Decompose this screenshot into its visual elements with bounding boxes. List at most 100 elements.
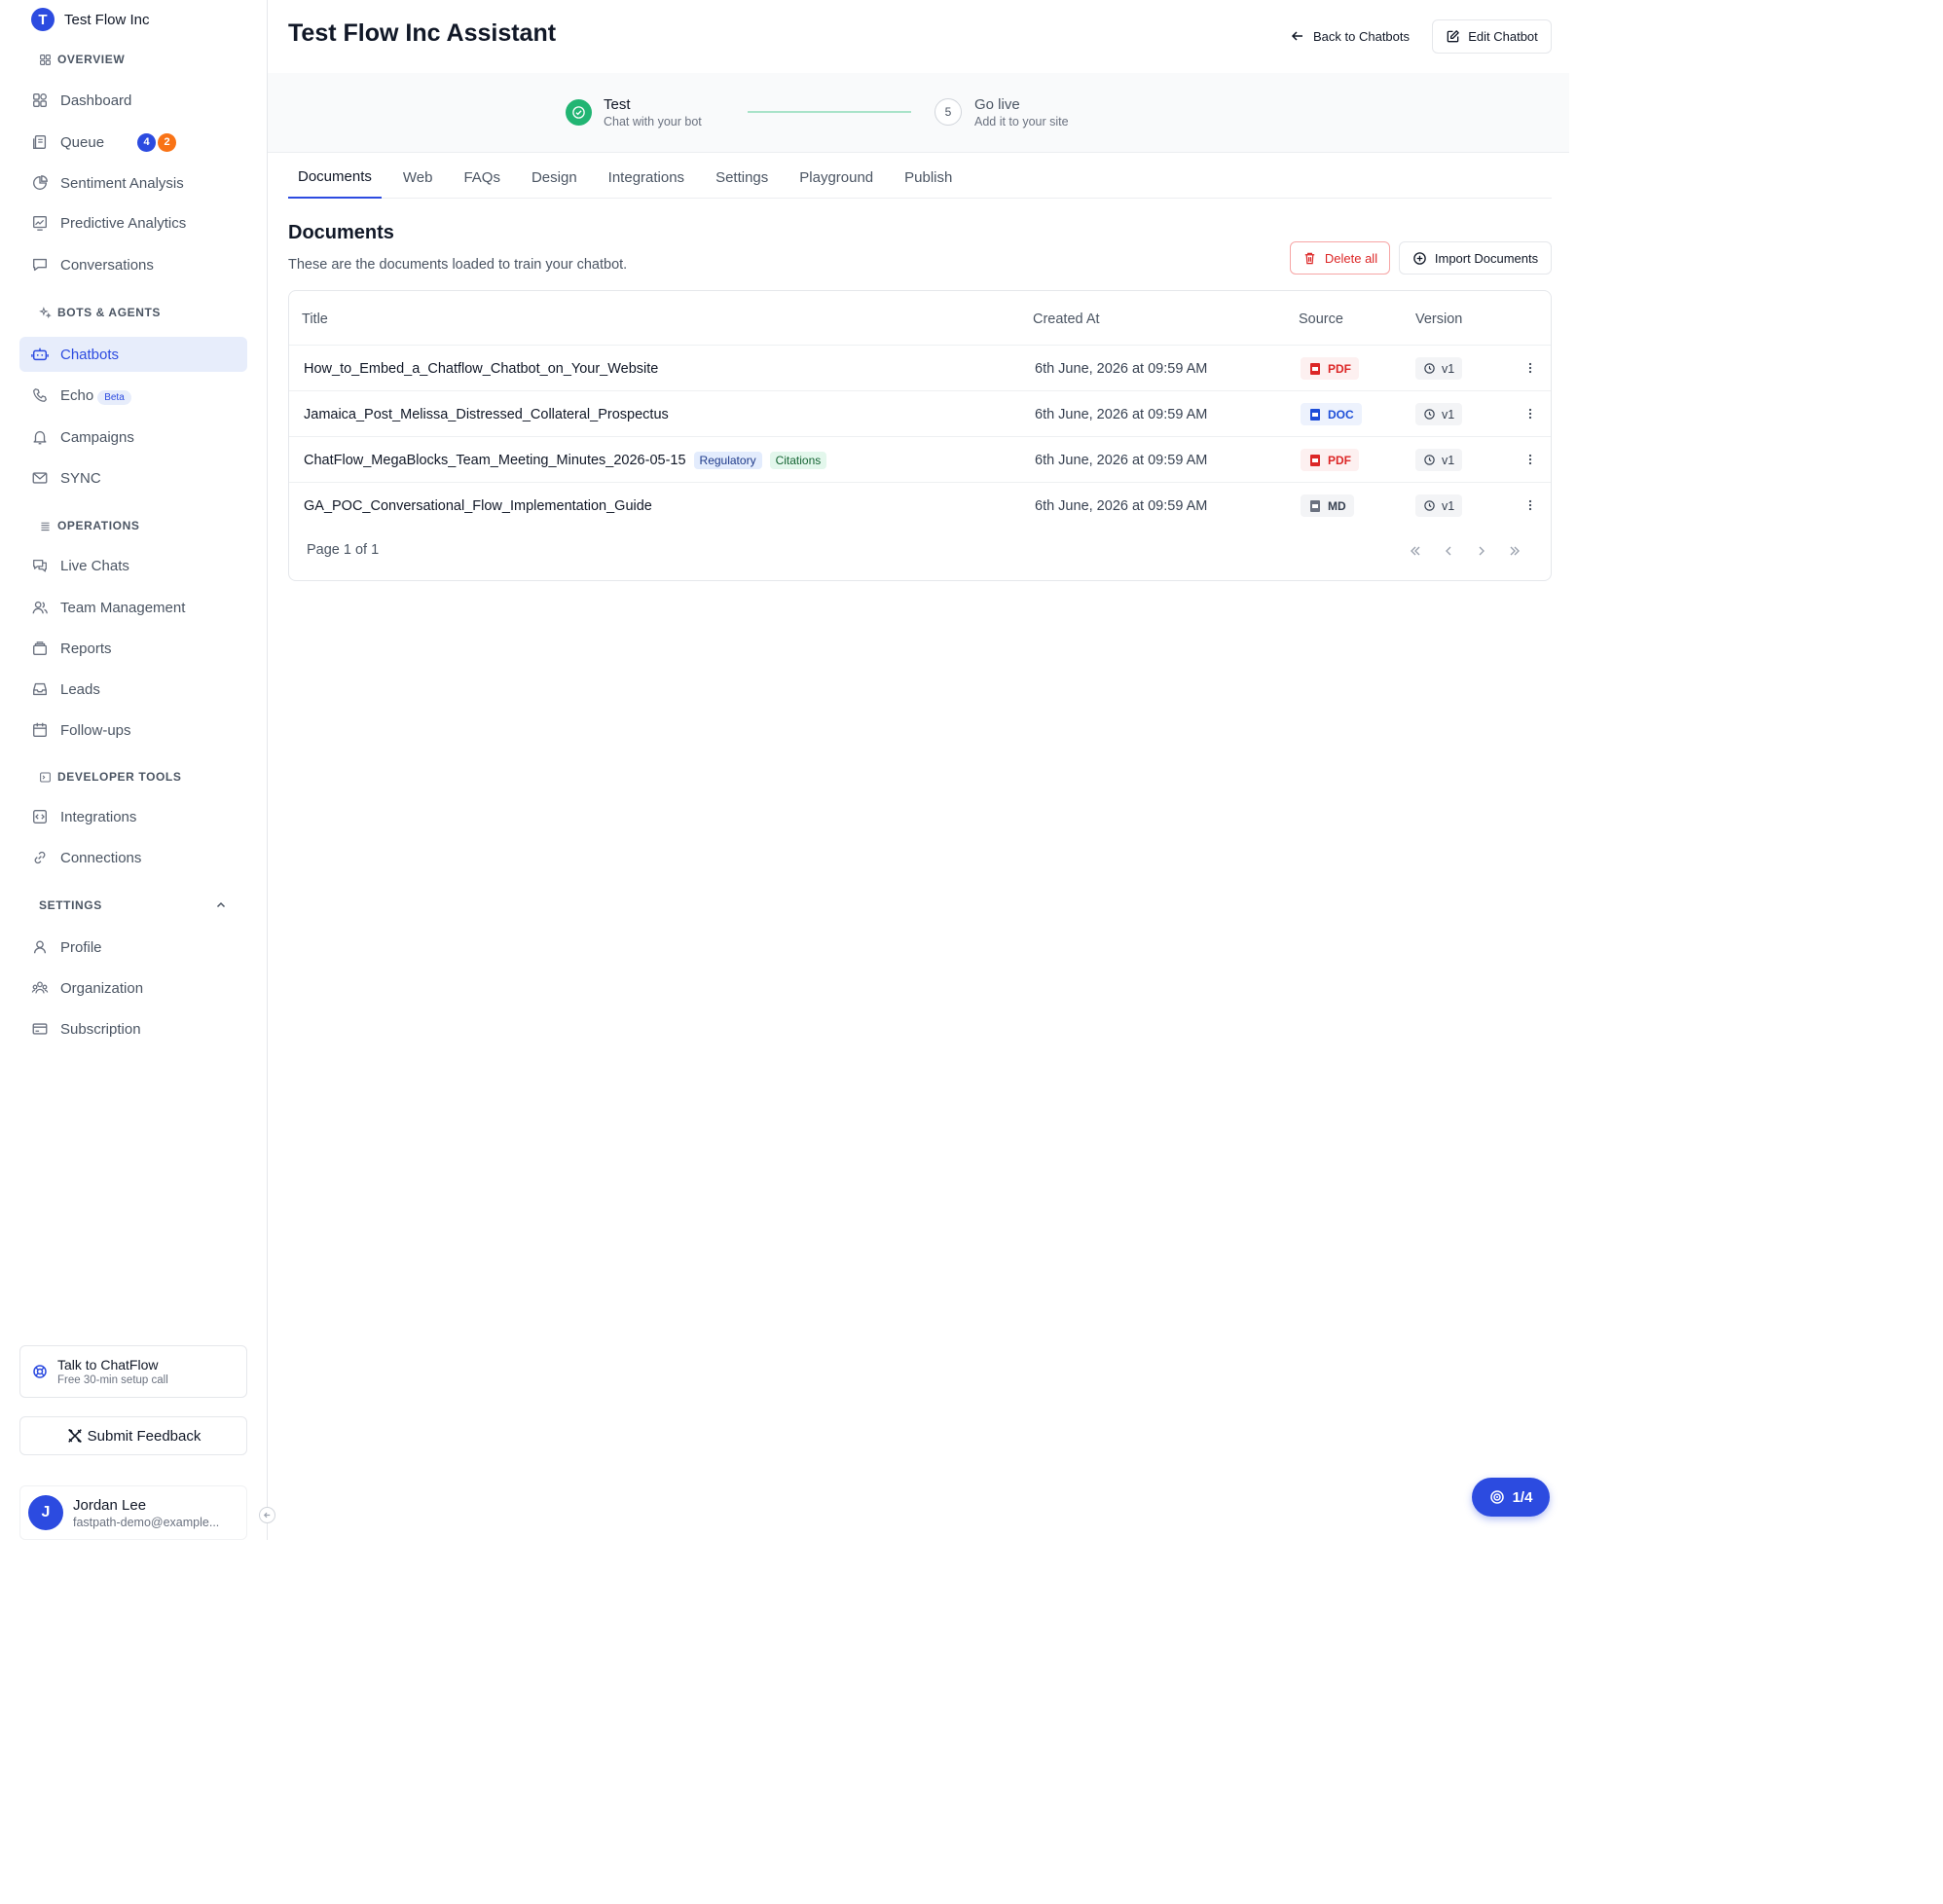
section-settings[interactable]: SETTINGS <box>39 897 102 913</box>
queue-count-badge: 4 <box>137 132 157 152</box>
check-circle-icon <box>572 106 585 119</box>
previous-page-button[interactable] <box>1440 542 1457 560</box>
submit-feedback-label: Submit Feedback <box>87 1427 202 1445</box>
phone-icon <box>33 388 47 402</box>
tab-settings[interactable]: Settings <box>706 156 778 199</box>
bot-icon <box>31 348 49 361</box>
archive-icon <box>33 641 47 655</box>
chatbot-tabs: Documents Web FAQs Design Integrations S… <box>288 156 1552 199</box>
users-icon <box>32 601 48 614</box>
tab-playground[interactable]: Playground <box>789 156 883 199</box>
user-menu[interactable]: J Jordan Lee fastpath-demo@example... <box>19 1485 247 1540</box>
delete-all-button[interactable]: Delete all <box>1290 241 1390 275</box>
sidebar-item-chatbots[interactable]: Chatbots <box>19 337 247 372</box>
source-badge: MD <box>1301 494 1354 517</box>
section-bots-label: BOTS & AGENTS <box>57 306 162 319</box>
sidebar-item-followups[interactable]: Follow-ups <box>19 713 247 748</box>
sidebar-item-profile[interactable]: Profile <box>19 930 247 965</box>
history-icon <box>1424 500 1435 511</box>
table-row[interactable]: GA_POC_Conversational_Flow_Implementatio… <box>289 482 1551 528</box>
first-page-button[interactable] <box>1407 542 1424 560</box>
sidebar-item-connections[interactable]: Connections <box>19 840 247 875</box>
back-label: Back to Chatbots <box>1313 28 1410 44</box>
sidebar-item-subscription[interactable]: Subscription <box>19 1011 247 1046</box>
pie-chart-icon <box>33 175 48 190</box>
org-name: Test Flow Inc <box>64 11 150 28</box>
next-page-button[interactable] <box>1473 542 1490 560</box>
table-row[interactable]: How_to_Embed_a_Chatflow_Chatbot_on_Your_… <box>289 345 1551 390</box>
onboarding-tour-button[interactable]: 1/4 <box>1472 1478 1550 1517</box>
sidebar-item-label: Subscription <box>60 1020 141 1038</box>
document-title: ChatFlow_MegaBlocks_Team_Meeting_Minutes… <box>304 437 827 483</box>
edit-label: Edit Chatbot <box>1468 29 1538 44</box>
sidebar-item-label: Team Management <box>60 599 186 616</box>
section-developer-label: DEVELOPER TOOLS <box>57 770 182 784</box>
document-title-text: How_to_Embed_a_Chatflow_Chatbot_on_Your_… <box>304 360 659 377</box>
version-badge[interactable]: v1 <box>1415 357 1463 380</box>
page-title: Test Flow Inc Assistant <box>288 19 557 47</box>
tab-publish[interactable]: Publish <box>895 156 962 199</box>
table-row[interactable]: Jamaica_Post_Melissa_Distressed_Collater… <box>289 390 1551 436</box>
edit-chatbot-button[interactable]: Edit Chatbot <box>1432 19 1552 54</box>
row-actions-button[interactable] <box>1521 496 1539 514</box>
cta-title: Talk to ChatFlow <box>57 1357 159 1373</box>
sidebar-item-conversations[interactable]: Conversations <box>19 247 247 282</box>
sidebar-item-echo[interactable]: Echo Beta <box>19 378 247 413</box>
sidebar-item-label: Connections <box>60 849 142 866</box>
collapse-sidebar-button[interactable] <box>259 1507 275 1523</box>
row-actions-button[interactable] <box>1521 359 1539 377</box>
more-vertical-icon <box>1528 362 1532 374</box>
table-row[interactable]: ChatFlow_MegaBlocks_Team_Meeting_Minutes… <box>289 436 1551 482</box>
submit-feedback-button[interactable]: Submit Feedback <box>19 1416 247 1455</box>
import-label: Import Documents <box>1434 250 1539 266</box>
tab-documents[interactable]: Documents <box>288 156 382 199</box>
sidebar-item-organization[interactable]: Organization <box>19 970 247 1006</box>
version-badge[interactable]: v1 <box>1415 403 1463 425</box>
step-complete-indicator <box>566 99 592 126</box>
import-documents-button[interactable]: Import Documents <box>1399 241 1552 275</box>
org-switcher[interactable]: T Test Flow Inc <box>31 8 150 31</box>
version-badge[interactable]: v1 <box>1415 449 1463 471</box>
avatar: J <box>28 1495 63 1530</box>
sidebar-item-label: Queue <box>60 133 105 151</box>
column-created-at: Created At <box>1033 311 1100 327</box>
pdf-file-icon <box>1310 454 1320 466</box>
more-vertical-icon <box>1528 499 1532 511</box>
chevrons-left-icon <box>1411 546 1420 556</box>
organization-icon <box>31 981 49 994</box>
back-to-chatbots-link[interactable]: Back to Chatbots <box>1290 25 1410 47</box>
sidebar-item-sentiment[interactable]: Sentiment Analysis <box>19 165 247 201</box>
sidebar-item-live-chats[interactable]: Live Chats <box>19 548 247 583</box>
step-go-live[interactable]: Go live Add it to your site <box>974 96 1069 128</box>
cta-subtitle: Free 30-min setup call <box>57 1374 168 1386</box>
version-badge[interactable]: v1 <box>1415 494 1463 517</box>
credit-card-icon <box>32 1023 48 1035</box>
documents-table: Title Created At Source Version How_to_E… <box>288 290 1552 581</box>
tab-web[interactable]: Web <box>393 156 443 199</box>
row-actions-button[interactable] <box>1521 405 1539 422</box>
sidebar-item-label: Profile <box>60 938 102 956</box>
setup-stepper: Test Chat with your bot 5 Go live Add it… <box>268 73 1569 153</box>
row-actions-button[interactable] <box>1521 451 1539 468</box>
sidebar-item-campaigns[interactable]: Campaigns <box>19 420 247 455</box>
talk-to-chatflow-card[interactable]: Talk to ChatFlow Free 30-min setup call <box>19 1345 247 1398</box>
tab-integrations[interactable]: Integrations <box>599 156 694 199</box>
sidebar-item-dashboard[interactable]: Dashboard <box>19 83 247 118</box>
step-test[interactable]: Test Chat with your bot <box>604 96 702 128</box>
last-page-button[interactable] <box>1506 542 1523 560</box>
sidebar-item-label: Dashboard <box>60 92 132 109</box>
sidebar-item-queue[interactable]: Queue 4 2 <box>19 125 247 160</box>
sidebar-item-leads[interactable]: Leads <box>19 672 247 707</box>
sidebar-item-integrations[interactable]: Integrations <box>19 799 247 834</box>
sidebar-item-team[interactable]: Team Management <box>19 590 247 625</box>
tab-design[interactable]: Design <box>522 156 587 199</box>
sidebar-item-sync[interactable]: SYNC <box>19 460 247 495</box>
sidebar-item-predictive[interactable]: Predictive Analytics <box>19 205 247 240</box>
sparkles-icon <box>39 306 52 318</box>
user-name: Jordan Lee <box>73 1496 147 1514</box>
chevron-up-icon[interactable] <box>214 898 228 912</box>
sidebar-item-reports[interactable]: Reports <box>19 631 247 666</box>
tab-faqs[interactable]: FAQs <box>454 156 510 199</box>
step-title: Test <box>604 96 631 113</box>
more-vertical-icon <box>1528 454 1532 465</box>
